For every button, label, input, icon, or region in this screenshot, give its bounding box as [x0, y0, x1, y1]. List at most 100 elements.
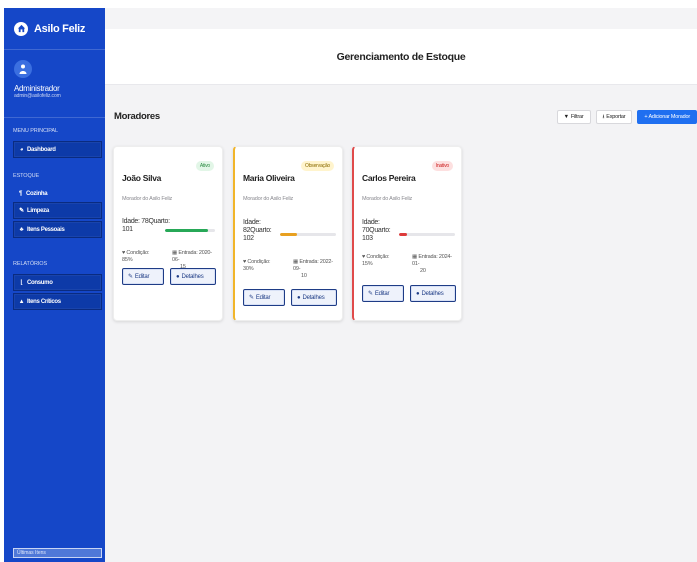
export-button[interactable]: ⭳ Exportar	[595, 110, 633, 124]
sidebar-item-limpeza[interactable]: ✎ Limpeza	[13, 202, 102, 219]
add-label: + Adicionar Morador	[644, 114, 690, 120]
top-strip	[0, 0, 697, 8]
filter-button[interactable]: ▼ Filtrar	[556, 110, 591, 124]
entry-label: Entrada: 2020-06-	[172, 250, 212, 263]
dashboard-icon: ◕	[19, 146, 24, 153]
condition-label: Condição:	[247, 259, 271, 265]
status-badge: Inativo	[431, 161, 453, 171]
details-label: Detalhes	[181, 273, 204, 280]
broom-icon: ✎	[19, 208, 24, 214]
condition: ♥ Condição: 15%	[362, 254, 406, 275]
card-actions: ✎ Editar ● Detalhes	[243, 289, 337, 306]
resident-name: Maria Oliveira	[243, 173, 295, 183]
filter-label: Filtrar	[570, 114, 584, 120]
warning-icon: ▲	[18, 298, 25, 305]
condition-label: Condição:	[366, 254, 390, 260]
resident-meta: ♥ Condição: 30% ▦ Entrada: 2022-09- 10	[243, 259, 337, 280]
edit-icon: ✎	[128, 274, 133, 280]
sidebar-footer: Últimas Itens	[13, 548, 102, 558]
download-icon: ⭳	[602, 113, 605, 120]
relatorios-label: RELATÓRIOS	[13, 261, 48, 267]
sidebar-item-label: Limpeza	[27, 207, 49, 214]
brand[interactable]: Asilo Feliz	[4, 8, 105, 50]
resident-card: Ativo João Silva Morador do Asilo Feliz …	[113, 146, 223, 321]
condition-bar	[280, 233, 336, 236]
utensils-icon: ¶	[18, 190, 23, 197]
entry-label: Entrada: 2022-09-	[293, 259, 333, 272]
edit-icon: ✎	[249, 295, 254, 301]
resident-role: Morador do Asilo Feliz	[122, 196, 173, 202]
condition-bar-fill	[165, 229, 208, 232]
page: Asilo Feliz Administrador admin@asilofel…	[0, 0, 697, 562]
condition-bar-fill	[399, 233, 408, 236]
user-email: admin@asilofeliz.com	[14, 93, 61, 99]
condition: ♥ Condição: 30%	[243, 259, 287, 280]
resident-name: João Silva	[122, 173, 162, 183]
details-button[interactable]: ● Detalhes	[170, 268, 216, 285]
header-top-bar	[105, 8, 697, 29]
card-actions: ✎ Editar ● Detalhes	[122, 268, 216, 285]
chart-line-icon: ⌊	[20, 280, 23, 286]
resident-card: Observação Maria Oliveira Morador do Asi…	[233, 146, 343, 321]
entry: ▦ Entrada: 2022-09- 10	[293, 259, 337, 280]
status-badge: Ativo	[195, 161, 214, 171]
page-header: Gerenciamento de Estoque	[105, 29, 697, 85]
details-button[interactable]: ● Detalhes	[291, 289, 337, 306]
resident-info: Idade: 82Quarto: 102	[243, 219, 272, 242]
page-title: Gerenciamento de Estoque	[336, 50, 466, 63]
sidebar: Asilo Feliz Administrador admin@asilofel…	[4, 8, 105, 562]
resident-name: Carlos Pereira	[362, 173, 416, 183]
status-badge: Observação	[301, 161, 334, 171]
edit-icon: ✎	[368, 291, 373, 297]
info-icon: ●	[416, 290, 420, 297]
sidebar-item-itens-criticos[interactable]: ▲ Itens Críticos	[13, 293, 102, 310]
add-resident-button[interactable]: + Adicionar Morador	[637, 110, 697, 124]
edit-button[interactable]: ✎ Editar	[122, 268, 164, 285]
sidebar-item-label: Dashboard	[27, 146, 56, 153]
filter-icon: ▼	[563, 114, 569, 120]
edit-label: Editar	[134, 273, 150, 280]
brand-name: Asilo Feliz	[34, 22, 86, 35]
condition-value: 30%	[243, 266, 254, 272]
edit-button[interactable]: ✎ Editar	[362, 285, 404, 302]
sidebar-item-cozinha[interactable]: ¶ Cozinha	[13, 185, 102, 202]
home-icon	[14, 21, 28, 36]
entry: ▦ Entrada: 2024-01- 20	[412, 254, 456, 275]
estoque-label: ESTOQUE	[13, 173, 40, 179]
resident-role: Morador do Asilo Feliz	[243, 196, 294, 202]
edit-button[interactable]: ✎ Editar	[243, 289, 285, 306]
details-label: Detalhes	[302, 294, 325, 301]
section-title: Moradores	[114, 111, 160, 122]
sidebar-item-label: Itens Pessoais	[27, 226, 65, 233]
users-icon: ♣	[19, 226, 24, 233]
toolbar: ▼ Filtrar ⭳ Exportar + Adicionar Morador	[556, 110, 697, 124]
sidebar-item-label: Itens Críticos	[27, 298, 61, 305]
condition-value: 15%	[362, 261, 373, 267]
sidebar-item-itens-pessoais[interactable]: ♣ Itens Pessoais	[13, 221, 102, 238]
resident-info: Idade: 70Quarto: 103	[362, 219, 391, 242]
sidebar-item-label: Cozinha	[26, 190, 48, 197]
resident-role: Morador do Asilo Feliz	[362, 196, 413, 202]
entry-value: 10	[301, 273, 307, 279]
user-avatar-icon	[14, 60, 32, 78]
edit-label: Editar	[374, 290, 390, 297]
condition-label: Condição:	[126, 250, 150, 256]
menu-principal-label: MENU PRINCIPAL	[13, 128, 58, 134]
condition-bar	[165, 229, 215, 232]
resident-card: Inativo Carlos Pereira Morador do Asilo …	[352, 146, 462, 321]
sidebar-item-label: Consumo	[27, 279, 53, 286]
details-button[interactable]: ● Detalhes	[410, 285, 456, 302]
resident-meta: ♥ Condição: 15% ▦ Entrada: 2024-01- 20	[362, 254, 456, 275]
user-panel: Administrador admin@asilofeliz.com	[4, 50, 105, 118]
sidebar-item-dashboard[interactable]: ◕ Dashboard	[13, 141, 102, 158]
export-label: Exportar	[606, 114, 626, 120]
card-actions: ✎ Editar ● Detalhes	[362, 285, 456, 302]
edit-label: Editar	[255, 294, 271, 301]
sidebar-item-consumo[interactable]: ⌊ Consumo	[13, 274, 102, 291]
condition-value: 85%	[122, 257, 133, 263]
condition-bar	[399, 233, 455, 236]
entry-label: Entrada: 2024-01-	[412, 254, 452, 267]
details-label: Detalhes	[421, 290, 444, 297]
info-icon: ●	[297, 294, 301, 301]
entry-value: 20	[420, 268, 426, 274]
